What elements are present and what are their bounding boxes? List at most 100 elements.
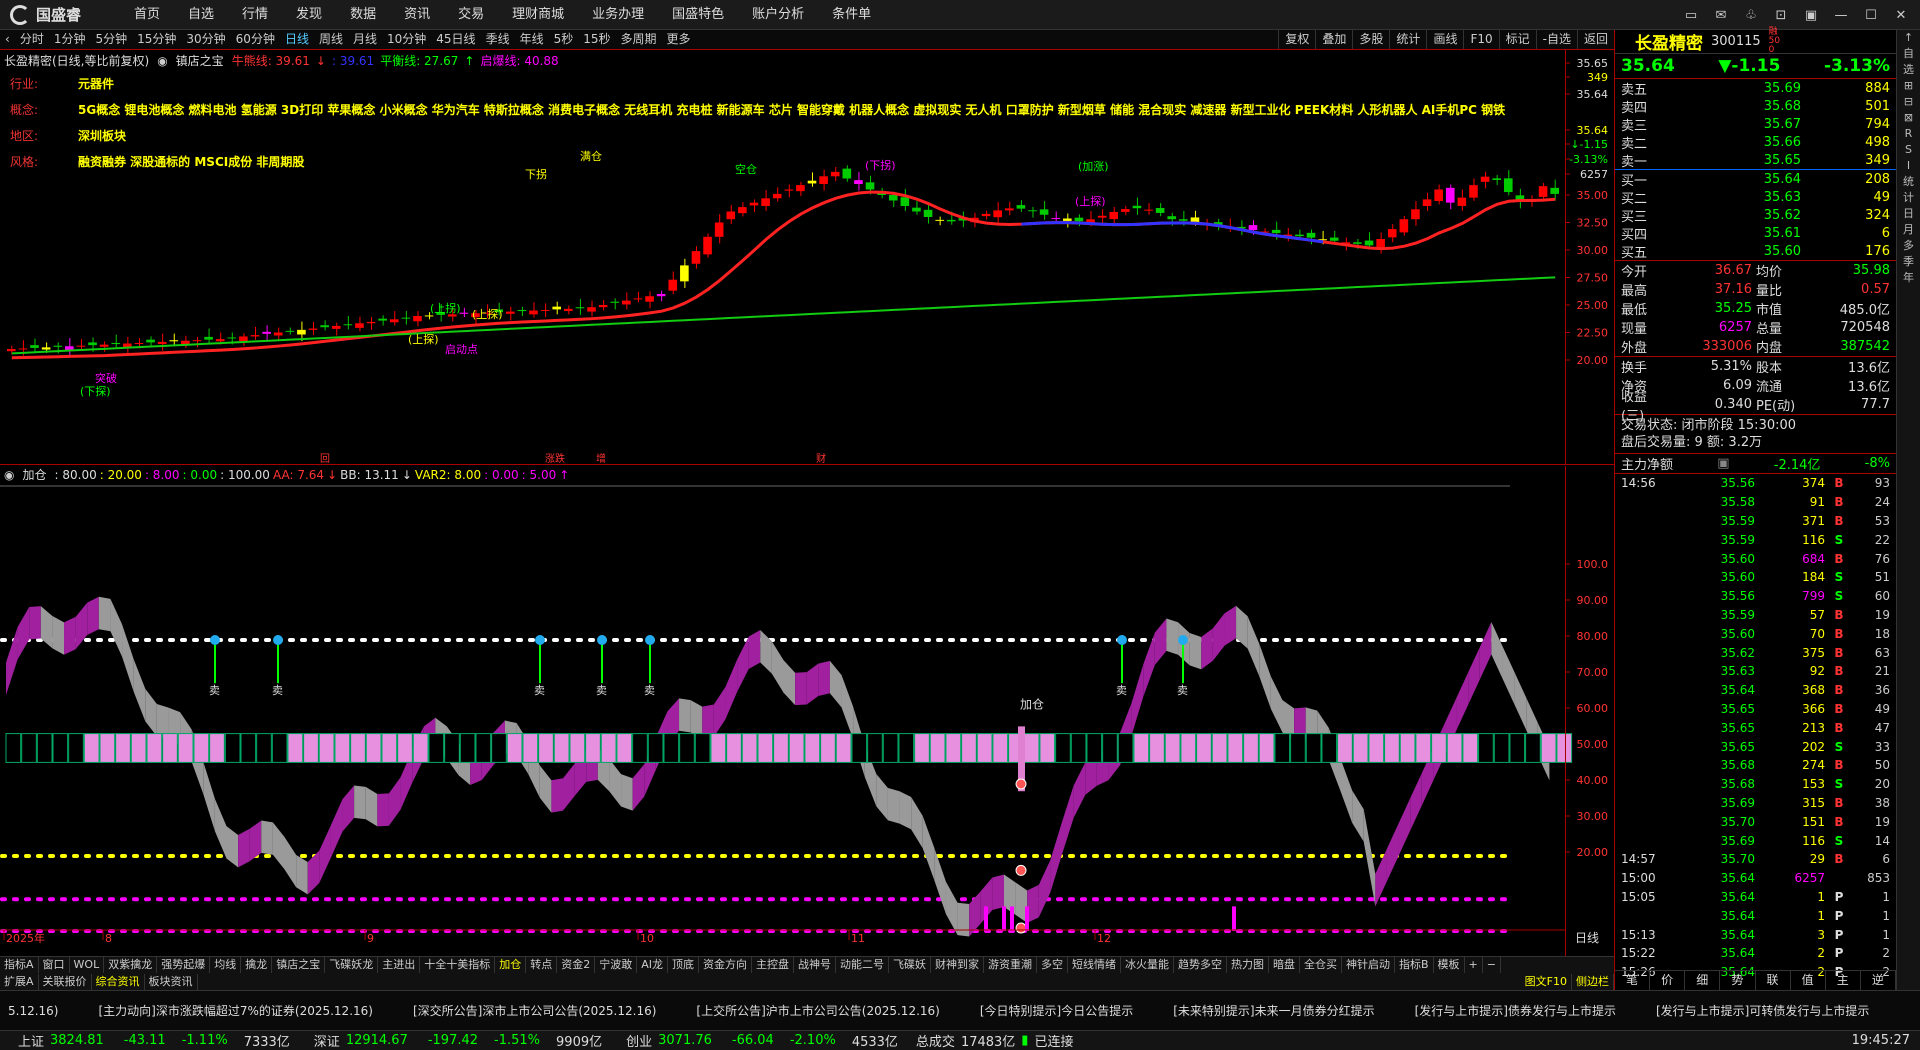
quote-tab-5[interactable]: 值	[1791, 971, 1826, 990]
indicator-tab-28[interactable]: 热力图	[1227, 957, 1269, 973]
bid-row[interactable]: 买二 35.63 49	[1615, 188, 1896, 207]
tick-row[interactable]: 35.65 202 S 33	[1615, 737, 1896, 756]
indicator-tab-13[interactable]: 资金2	[557, 957, 596, 973]
indicator-tab-32[interactable]: 指标B	[1395, 957, 1434, 973]
indicator-tab-30[interactable]: 全仓买	[1300, 957, 1342, 973]
bid-row[interactable]: 买三 35.62 324	[1615, 206, 1896, 225]
indicator-tab-23[interactable]: 游资重潮	[984, 957, 1037, 973]
side-tool-3[interactable]: ⊞	[1897, 78, 1920, 94]
period-tab-14[interactable]: 15秒	[578, 30, 615, 49]
bid-row[interactable]: 买四 35.61 6	[1615, 224, 1896, 243]
tick-row[interactable]: 35.64 368 B 36	[1615, 681, 1896, 700]
period-tab-12[interactable]: 年线	[515, 30, 549, 49]
quote-stock-name[interactable]: 长盈精密	[1635, 29, 1703, 54]
mail-icon[interactable]: ✉	[1708, 4, 1734, 26]
indicator-tab-27[interactable]: 趋势多空	[1174, 957, 1227, 973]
tick-row[interactable]: 35.63 92 B 21	[1615, 662, 1896, 681]
period-tab-0[interactable]: 分时	[15, 30, 49, 49]
news-item[interactable]: [发行与上市提示]债券发行与上市提示	[1415, 1002, 1616, 1019]
minimize-icon[interactable]: —	[1828, 4, 1854, 26]
tick-row[interactable]: 35.68 274 B 50	[1615, 756, 1896, 775]
tick-list[interactable]: 14:56 35.56 374 B 93 35.58 91 B 24 35.59 371 B 53 35.…	[1615, 473, 1896, 982]
side-tool-0[interactable]: ↑	[1897, 30, 1920, 46]
menu-item-9[interactable]: 国盛特色	[658, 0, 738, 30]
chart-tool-7[interactable]: -自选	[1535, 30, 1577, 49]
news-item[interactable]: [今日特别提示]今日公告提示	[980, 1002, 1133, 1019]
news-item[interactable]: [未来特别提示]未来一月债券分红提示	[1173, 1002, 1374, 1019]
info-tab-3[interactable]: 板块资讯	[145, 973, 198, 990]
indicator-tab-24[interactable]: 多空	[1037, 957, 1068, 973]
indicator-tab-7[interactable]: 镇店之宝	[272, 957, 326, 973]
tick-row[interactable]: 35.65 213 B 47	[1615, 718, 1896, 737]
quote-tab-3[interactable]: 势	[1720, 971, 1756, 990]
menu-item-6[interactable]: 交易	[444, 0, 498, 30]
event-marker[interactable]: 涨跌	[545, 452, 565, 465]
indicator-tab-20[interactable]: 动能二号	[836, 957, 889, 973]
period-tab-9[interactable]: 10分钟	[382, 30, 431, 49]
tick-row[interactable]: 14:56 35.56 374 B 93	[1615, 474, 1896, 493]
info-right-tab-0[interactable]: 图文F10	[1521, 973, 1572, 990]
chart-tool-0[interactable]: 复权	[1278, 30, 1315, 49]
ask-row[interactable]: 卖一 35.65 349	[1615, 151, 1896, 170]
sub-indicator-chart[interactable]: 100.0 90.00 80.00 70.00 60.00 50.00 40.00 30.00…	[0, 466, 1614, 956]
sub-indicator-dot-icon[interactable]: ◉	[4, 468, 14, 482]
tick-row[interactable]: 35.56 799 S 60	[1615, 587, 1896, 606]
index-name[interactable]: 上证	[18, 1031, 44, 1050]
flow-label[interactable]: 主力净额	[1621, 454, 1673, 473]
chart-tool-2[interactable]: 多股	[1352, 30, 1389, 49]
side-tool-10[interactable]: 计	[1897, 190, 1920, 206]
indicator-tab-26[interactable]: 冰火量能	[1121, 957, 1174, 973]
indicator-tab-16[interactable]: 顶底	[668, 957, 699, 973]
indicator-tab-1[interactable]: 窗口	[39, 957, 70, 973]
news-item[interactable]: 5.12.16)	[8, 1004, 58, 1018]
indicator-tab-10[interactable]: 十全十美指标	[420, 957, 496, 973]
tick-row[interactable]: 14:57 35.70 29 B 6	[1615, 850, 1896, 869]
maximize-icon[interactable]: ☐	[1858, 4, 1884, 26]
period-tab-3[interactable]: 15分钟	[132, 30, 181, 49]
lock-icon[interactable]: ⊡	[1768, 4, 1794, 26]
sub-indicator-canvas[interactable]: 100.090.0080.0070.0060.0050.0040.0030.00…	[0, 466, 1614, 956]
tick-row[interactable]: 15:05 35.64 1 P 1	[1615, 888, 1896, 907]
indicator-tab-2[interactable]: WOL	[70, 957, 105, 973]
period-tab-15[interactable]: 多周期	[616, 30, 662, 49]
period-tab-7[interactable]: 周线	[314, 30, 348, 49]
menu-item-10[interactable]: 账户分析	[738, 0, 818, 30]
flow-dropdown-icon[interactable]: ▣	[1717, 456, 1729, 471]
indicator-tab-19[interactable]: 战神号	[794, 957, 836, 973]
side-tool-4[interactable]: ⊟	[1897, 94, 1920, 110]
period-tab-11[interactable]: 季线	[481, 30, 515, 49]
ask-row[interactable]: 卖五 35.69 884	[1615, 79, 1896, 98]
chart-tool-6[interactable]: 标记	[1498, 30, 1536, 49]
period-tab-8[interactable]: 月线	[348, 30, 382, 49]
tick-row[interactable]: 35.70 151 B 19	[1615, 812, 1896, 831]
brand-logo[interactable]: 国盛睿	[0, 4, 120, 25]
news-item[interactable]: [主力动向]深市涨跌幅超过7%的证券(2025.12.16)	[98, 1002, 372, 1019]
side-tool-11[interactable]: 日	[1897, 206, 1920, 222]
ask-row[interactable]: 卖四 35.68 501	[1615, 97, 1896, 116]
period-tab-2[interactable]: 5分钟	[90, 30, 132, 49]
tick-row[interactable]: 35.65 366 B 49	[1615, 700, 1896, 719]
indicator-tab-18[interactable]: 主控盘	[752, 957, 794, 973]
indicator-tab-3[interactable]: 双紫擒龙	[104, 957, 158, 973]
tick-row[interactable]: 15:13 35.64 3 P 1	[1615, 925, 1896, 944]
chart-tool-1[interactable]: 叠加	[1315, 30, 1352, 49]
menu-item-1[interactable]: 自选	[174, 0, 228, 30]
news-item[interactable]: [深交所公告]深市上市公司公告(2025.12.16)	[413, 1002, 656, 1019]
tick-row[interactable]: 35.59 371 B 53	[1615, 512, 1896, 531]
tick-row[interactable]: 35.60 684 B 76	[1615, 549, 1896, 568]
indicator-tab-5[interactable]: 均线	[210, 957, 242, 973]
chart-tool-4[interactable]: 画线	[1426, 30, 1463, 49]
chart-tool-8[interactable]: 返回	[1576, 30, 1614, 49]
tick-row[interactable]: 15:22 35.64 2 P 2	[1615, 944, 1896, 963]
side-tool-5[interactable]: ⊠	[1897, 110, 1920, 126]
indicator-tab-8[interactable]: 飞碟妖龙	[325, 957, 379, 973]
indicator-tab-15[interactable]: AI龙	[637, 957, 668, 973]
bid-row[interactable]: 买五 35.60 176	[1615, 242, 1896, 261]
close-icon[interactable]: ✕	[1888, 4, 1914, 26]
indicator-tab-4[interactable]: 强势起爆	[157, 957, 211, 973]
info-tab-1[interactable]: 关联报价	[39, 973, 92, 990]
ask-row[interactable]: 卖三 35.67 794	[1615, 115, 1896, 134]
period-tab-1[interactable]: 1分钟	[49, 30, 91, 49]
quote-tab-6[interactable]: 主	[1826, 971, 1861, 990]
tick-row[interactable]: 35.68 153 S 20	[1615, 775, 1896, 794]
